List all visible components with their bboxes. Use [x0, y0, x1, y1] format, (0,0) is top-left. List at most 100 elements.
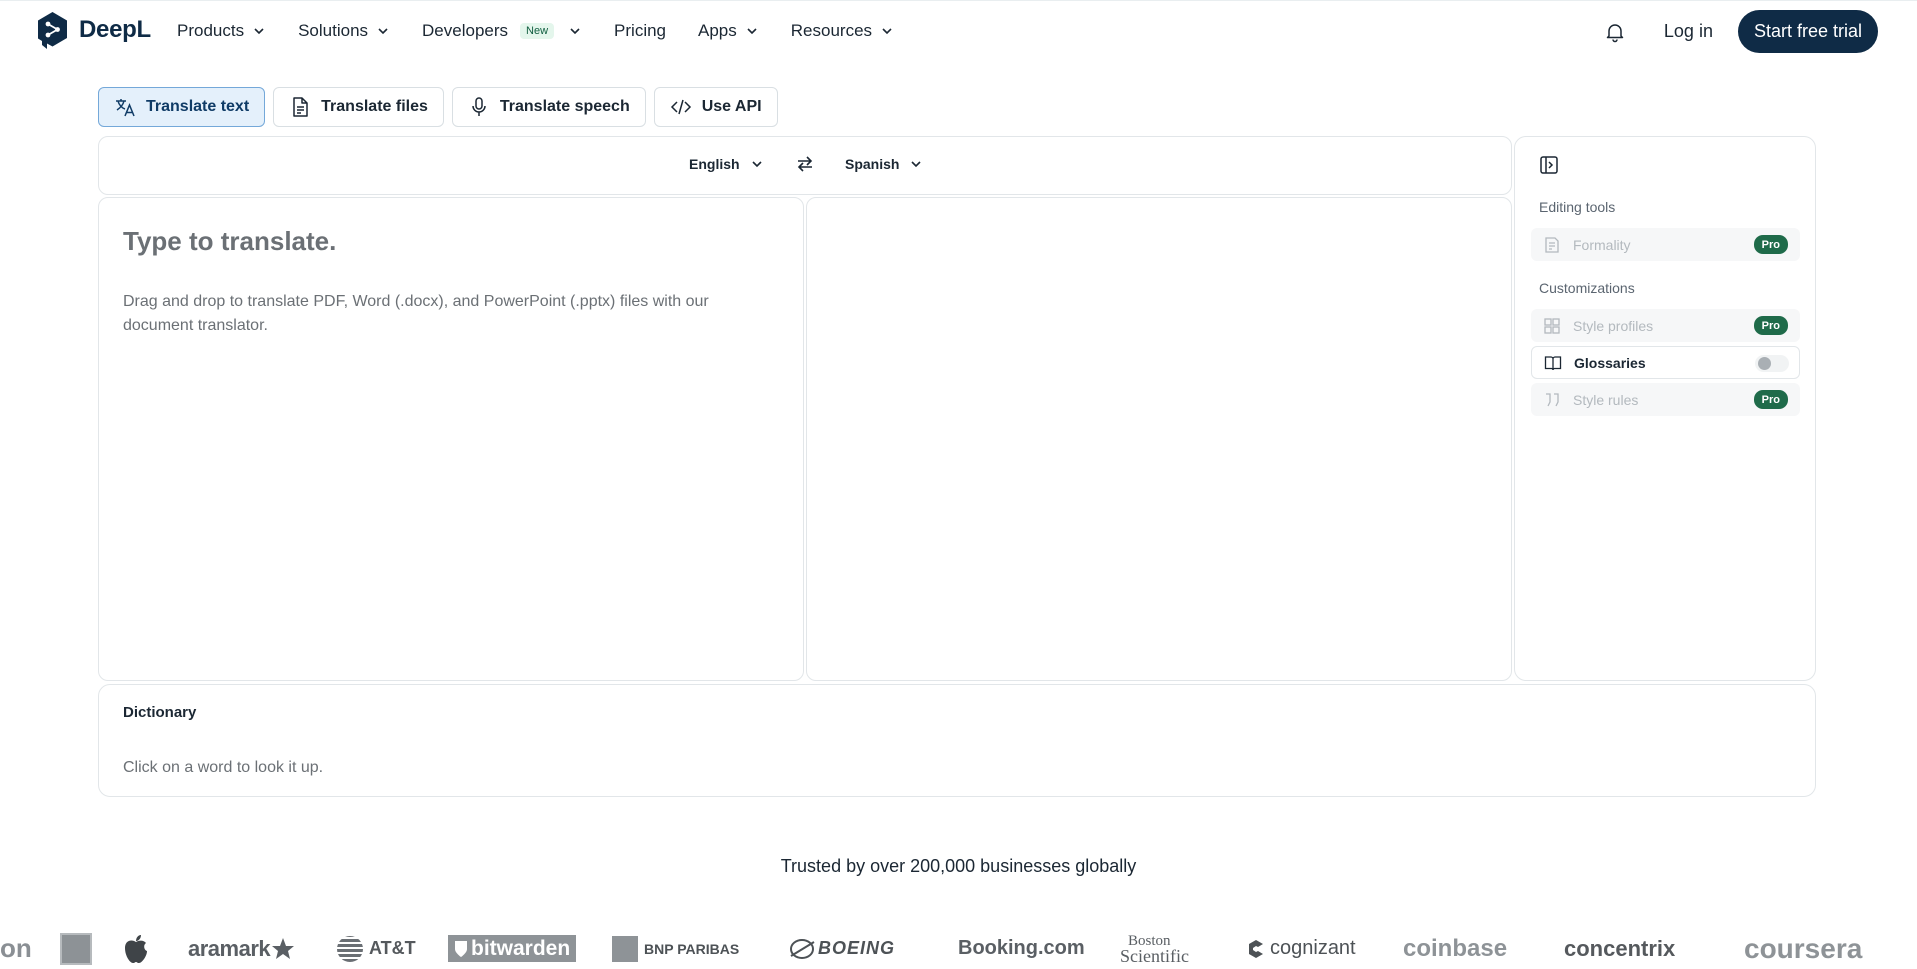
bell-icon[interactable]: [1604, 21, 1626, 43]
shield-icon: [455, 940, 467, 957]
dictionary-panel: Dictionary Click on a word to look it up…: [98, 684, 1816, 797]
boston-line-2: Scientific: [1120, 945, 1189, 966]
nav-resources[interactable]: Resources: [791, 21, 894, 41]
source-language-selector[interactable]: English: [689, 156, 764, 172]
tab-use-api-label: Use API: [701, 98, 762, 115]
amex-logo-box: [60, 932, 92, 965]
login-link[interactable]: Log in: [1664, 21, 1713, 42]
nav-pricing[interactable]: Pricing: [614, 21, 666, 41]
apple-icon: [125, 934, 147, 963]
deepl-logo[interactable]: DeepL: [36, 11, 151, 49]
att-wordmark: AT&T: [369, 938, 416, 958]
chevron-down-icon: [570, 28, 580, 35]
nav-resources-label: Resources: [790, 21, 873, 40]
style-profiles-label: Style profiles: [1573, 317, 1654, 334]
tab-translate-speech-label: Translate speech: [499, 98, 630, 115]
formality-icon: [1545, 236, 1559, 253]
coinbase-logo: coinbase: [1403, 934, 1508, 962]
deepl-logo-icon: [38, 12, 67, 49]
style-rules-label: Style rules: [1573, 391, 1639, 408]
code-icon: [670, 99, 691, 115]
source-placeholder: Type to translate.: [123, 226, 337, 256]
tab-translate-text-label: Translate text: [146, 98, 250, 115]
chevron-down-icon: [882, 28, 892, 35]
main-menu: Products Solutions Developers New Pricin…: [177, 0, 926, 62]
document-drop-hint: Drag and drop to translate PDF, Word (.d…: [123, 293, 709, 334]
booking-logo: Booking.com: [958, 937, 1085, 959]
tab-translate-speech[interactable]: Translate speech: [451, 87, 646, 127]
quote-icon: [1546, 392, 1559, 406]
bnp-square-icon: [612, 935, 638, 962]
customizations-heading: Customizations: [1539, 280, 1635, 296]
boeing-logo: BOEING: [788, 928, 895, 969]
target-language-selector[interactable]: Spanish: [845, 156, 923, 172]
new-badge: New: [520, 23, 555, 39]
chevron-down-icon: [747, 28, 757, 35]
aramark-logo: aramark: [188, 928, 296, 969]
document-icon: [293, 97, 308, 117]
cognizant-logo: cognizant: [1246, 928, 1356, 969]
collapse-panel-icon[interactable]: [1539, 155, 1559, 175]
pro-badge: Pro: [1753, 235, 1788, 254]
pro-badge: Pro: [1753, 316, 1788, 335]
nav-actions: Log in Start free trial: [1604, 10, 1878, 53]
nav-developers-label: Developers: [422, 21, 509, 40]
style-profiles-icon: [1544, 317, 1560, 334]
bitwarden-box: bitwarden: [448, 935, 577, 962]
boston-scientific-logo: Boston Scientific: [1120, 928, 1189, 969]
glossaries-label: Glossaries: [1574, 354, 1646, 371]
tab-translate-files-label: Translate files: [321, 98, 428, 115]
customer-logo-strip: on aramark AT&T bitwarden BNP PARIBAS BO…: [0, 928, 1917, 969]
mode-tabs: Translate text Translate files Translate…: [98, 87, 778, 127]
cognizant-mark-icon: [1249, 939, 1263, 958]
tab-translate-files[interactable]: Translate files: [273, 87, 444, 127]
dictionary-hint: Click on a word to look it up.: [123, 759, 324, 776]
concentrix-logo: concentrix: [1564, 935, 1676, 961]
nav-solutions-label: Solutions: [298, 21, 369, 40]
nav-apps-label: Apps: [698, 21, 737, 40]
trusted-by-text: Trusted by over 200,000 businesses globa…: [780, 856, 1137, 876]
pro-badge: Pro: [1753, 390, 1788, 409]
formality-label: Formality: [1573, 236, 1631, 253]
book-icon: [1544, 355, 1562, 370]
style-rules-option: Style rules Pro: [1531, 383, 1800, 416]
source-text-area[interactable]: Type to translate. Drag and drop to tran…: [98, 197, 804, 681]
top-navigation: DeepL Products Solutions Developers New …: [0, 0, 1917, 62]
nav-apps[interactable]: Apps: [698, 21, 759, 41]
aramark-wordmark: aramark: [188, 935, 271, 961]
att-globe-icon: [337, 935, 363, 962]
amex-logo: [60, 928, 92, 969]
translate-icon: [116, 99, 135, 117]
coursera-logo: coursera: [1744, 932, 1863, 964]
target-text-area[interactable]: [806, 197, 1512, 681]
chevron-down-icon: [751, 161, 762, 168]
partial-logo: on: [0, 933, 32, 963]
star-icon: [272, 937, 295, 959]
nav-solutions[interactable]: Solutions: [298, 21, 390, 41]
glossaries-option[interactable]: Glossaries: [1531, 346, 1800, 379]
chevron-down-icon: [378, 28, 388, 35]
cognizant-wordmark: cognizant: [1270, 937, 1356, 959]
swap-languages-icon[interactable]: [795, 154, 815, 174]
start-free-trial-button[interactable]: Start free trial: [1737, 10, 1878, 53]
nav-products[interactable]: Products: [177, 21, 266, 41]
toggle-knob: [1758, 357, 1771, 370]
microphone-icon: [472, 97, 486, 116]
chevron-down-icon: [254, 28, 264, 35]
tools-side-panel: Editing tools Formality Pro Customizatio…: [1514, 136, 1816, 681]
bitwarden-wordmark: bitwarden: [471, 936, 571, 960]
bnp-wordmark: BNP PARIBAS: [644, 940, 740, 957]
source-language-label: English: [689, 156, 740, 172]
glossaries-toggle[interactable]: [1755, 355, 1789, 372]
dictionary-title: Dictionary: [123, 704, 197, 721]
nav-developers[interactable]: Developers New: [422, 21, 582, 41]
boeing-wordmark: BOEING: [818, 938, 896, 958]
formality-option: Formality Pro: [1531, 228, 1800, 261]
brand-name: DeepL: [79, 16, 151, 43]
tab-translate-text[interactable]: Translate text: [98, 87, 266, 127]
target-language-label: Spanish: [845, 156, 900, 172]
language-bar: English Spanish: [98, 136, 1512, 195]
nav-pricing-label: Pricing: [614, 21, 667, 40]
tab-use-api[interactable]: Use API: [653, 87, 778, 127]
chevron-down-icon: [911, 161, 922, 168]
